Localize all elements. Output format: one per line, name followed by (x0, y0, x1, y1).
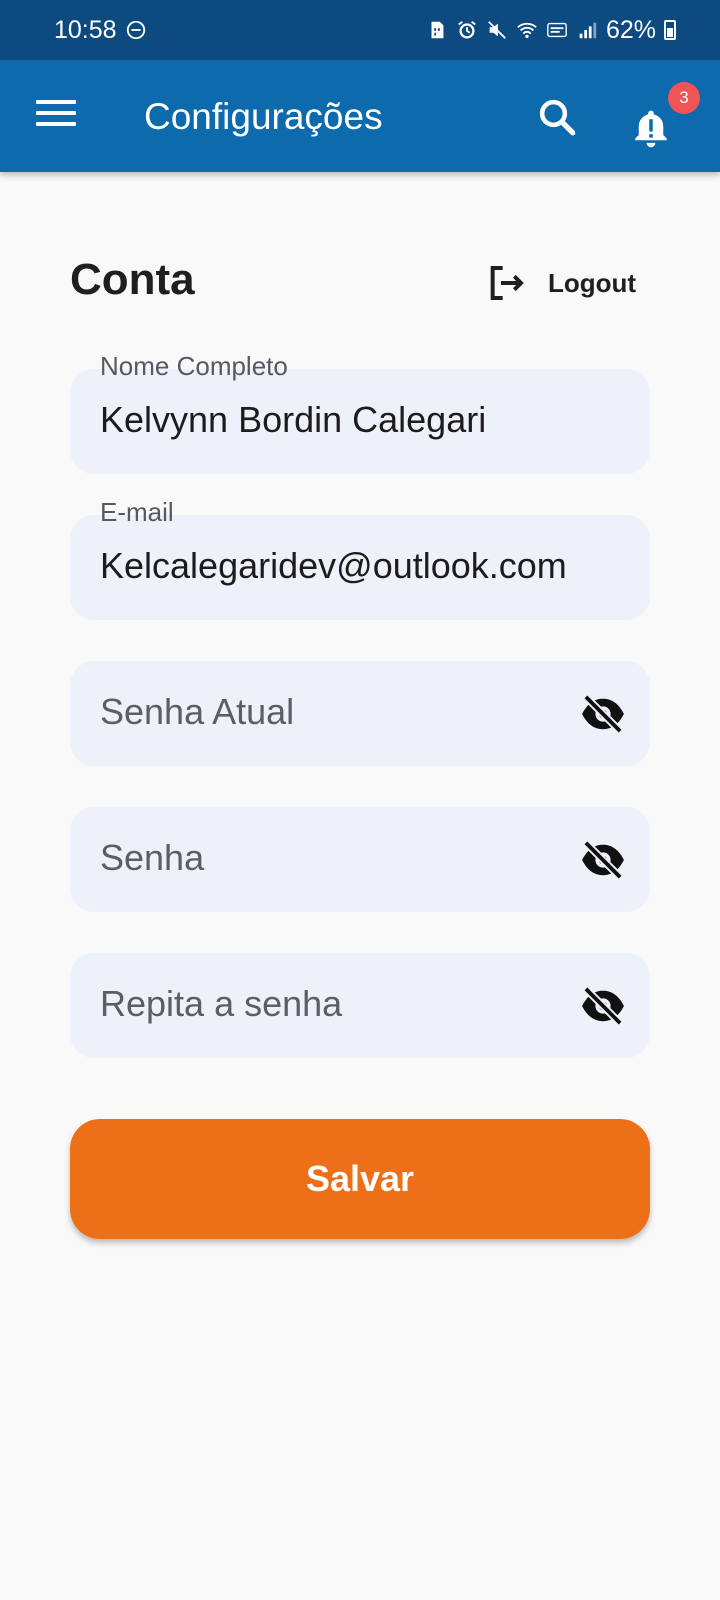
save-button[interactable]: Salvar (70, 1119, 650, 1239)
search-button[interactable] (536, 96, 578, 138)
alarm-icon (456, 19, 478, 41)
sim-icon (426, 19, 448, 41)
notifications-button[interactable] (630, 104, 672, 152)
search-icon (539, 99, 576, 136)
logout-icon (490, 266, 524, 300)
battery-percent: 62% (605, 15, 656, 44)
page-title: Configurações (144, 96, 383, 137)
signal-icon (576, 19, 598, 41)
password-placeholder: Senha (100, 837, 205, 878)
full-name-field[interactable]: Nome Completo Kelvynn Bordin Calegari (70, 351, 650, 474)
notification-badge: 3 (668, 82, 700, 114)
full-name-value: Kelvynn Bordin Calegari (100, 399, 487, 440)
visibility-off-icon[interactable] (580, 987, 626, 1025)
do-not-disturb-icon (125, 19, 147, 41)
visibility-off-icon[interactable] (580, 841, 626, 879)
email-field[interactable]: E-mail Kelcalegaridev@outlook.com (70, 497, 650, 620)
battery-icon (664, 20, 676, 40)
status-time: 10:58 (54, 15, 117, 44)
volte-icon (546, 19, 568, 41)
wifi-icon (516, 19, 538, 41)
repeat-password-field[interactable]: Repita a senha (70, 953, 650, 1058)
menu-icon-line (36, 111, 76, 115)
email-label: E-mail (100, 497, 174, 527)
status-bar: 10:58 62% (0, 0, 720, 60)
mute-icon (486, 19, 508, 41)
app-bar: Configurações (0, 60, 720, 172)
full-name-label: Nome Completo (100, 351, 288, 381)
visibility-off-icon[interactable] (580, 695, 626, 733)
logout-label: Logout (548, 267, 637, 298)
menu-button[interactable] (36, 100, 76, 130)
logout-button[interactable]: Logout (484, 260, 636, 306)
password-field[interactable]: Senha (70, 807, 650, 912)
bell-icon (635, 110, 667, 148)
repeat-password-placeholder: Repita a senha (100, 983, 343, 1024)
current-password-placeholder: Senha Atual (100, 691, 295, 732)
menu-icon-line (36, 122, 76, 126)
current-password-field[interactable]: Senha Atual (70, 661, 650, 766)
email-value: Kelcalegaridev@outlook.com (100, 545, 567, 586)
section-title: Conta (70, 255, 195, 304)
menu-icon-line (36, 100, 76, 104)
